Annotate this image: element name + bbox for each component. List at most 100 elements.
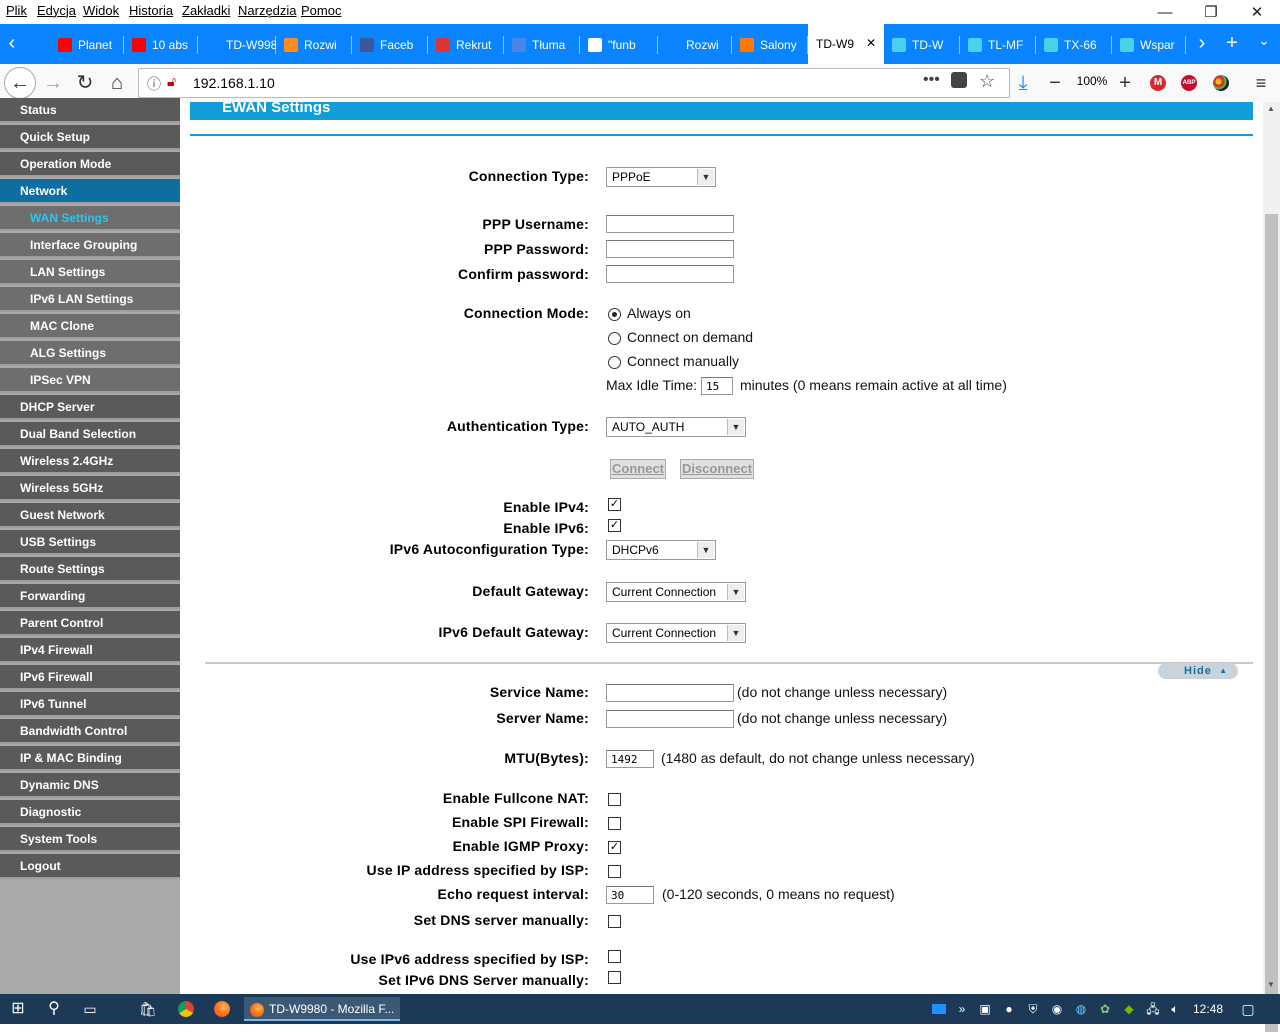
- sidebar-item-dual-band-selection[interactable]: Dual Band Selection: [0, 422, 180, 447]
- volume-icon[interactable]: 🔈︎: [1166, 997, 1184, 1021]
- tray-app-icon[interactable]: [930, 997, 948, 1021]
- enable-ipv4-checkbox[interactable]: ✓: [608, 498, 621, 511]
- browser-tab[interactable]: Salony: [732, 30, 808, 60]
- connect-manually-radio[interactable]: [608, 356, 621, 369]
- browser-tab[interactable]: Faceb: [352, 30, 428, 60]
- mtu-input[interactable]: 1492: [606, 750, 654, 768]
- browser-tab[interactable]: TD-W998: [198, 30, 276, 60]
- notifications-icon[interactable]: ▢: [1238, 997, 1258, 1021]
- default-gateway-select[interactable]: Current Connection ▼: [606, 582, 746, 602]
- set-ipv6-dns-checkbox[interactable]: [608, 971, 621, 984]
- use-ip-isp-checkbox[interactable]: [608, 865, 621, 878]
- sidebar-item-interface-grouping[interactable]: Interface Grouping: [0, 233, 180, 258]
- browser-tab[interactable]: Tłuma: [504, 30, 580, 60]
- sidebar-item-dynamic-dns[interactable]: Dynamic DNS: [0, 773, 180, 798]
- sidebar-item-forwarding[interactable]: Forwarding: [0, 584, 180, 609]
- zoom-level[interactable]: 100%: [1072, 74, 1112, 88]
- menu-item[interactable]: Historia: [129, 3, 173, 18]
- ppp-username-input[interactable]: [606, 215, 734, 233]
- sidebar-item-ipv6-tunnel[interactable]: IPv6 Tunnel: [0, 692, 180, 717]
- windows-start-icon[interactable]: ⊞: [6, 997, 30, 1021]
- tab-list-icon[interactable]: ⌄: [1254, 32, 1274, 49]
- sidebar-item-ipsec-vpn[interactable]: IPSec VPN: [0, 368, 180, 393]
- tray-icon-4[interactable]: ◍: [1072, 997, 1090, 1021]
- hamburger-menu-icon[interactable]: ≡: [1246, 68, 1276, 98]
- sidebar-item-status[interactable]: Status: [0, 98, 180, 123]
- browser-tab[interactable]: Rozwi: [276, 30, 352, 60]
- connection-type-select[interactable]: PPPoE ▼: [606, 167, 716, 187]
- page-actions-icon[interactable]: •••: [923, 71, 940, 89]
- sidebar-item-wireless-2-4ghz[interactable]: Wireless 2.4GHz: [0, 449, 180, 474]
- sidebar-item-network[interactable]: Network: [0, 179, 180, 204]
- search-icon[interactable]: ⚲: [42, 997, 66, 1021]
- bookmark-star-icon[interactable]: ☆: [979, 71, 995, 92]
- new-tab-icon[interactable]: +: [1222, 32, 1242, 55]
- sidebar-item-lan-settings[interactable]: LAN Settings: [0, 260, 180, 285]
- server-name-input[interactable]: [606, 710, 734, 728]
- tray-icon-5[interactable]: ✿: [1096, 997, 1114, 1021]
- connect-on-demand-radio[interactable]: [608, 332, 621, 345]
- store-icon[interactable]: 🛍︎: [136, 997, 160, 1021]
- sidebar-item-system-tools[interactable]: System Tools: [0, 827, 180, 852]
- connect-button[interactable]: Connect: [610, 459, 666, 479]
- menu-item[interactable]: Narzędzia: [238, 3, 297, 18]
- sidebar-item-diagnostic[interactable]: Diagnostic: [0, 800, 180, 825]
- sidebar-item-usb-settings[interactable]: USB Settings: [0, 530, 180, 555]
- home-button[interactable]: ⌂: [102, 68, 132, 98]
- network-icon[interactable]: 🖧︎: [1144, 997, 1162, 1021]
- restore-icon[interactable]: ❐: [1196, 2, 1226, 24]
- browser-tab[interactable]: "funb: [580, 30, 658, 60]
- info-icon[interactable]: ⓘ: [147, 74, 161, 94]
- browser-tab[interactable]: TD-W: [884, 30, 960, 60]
- menu-item[interactable]: Zakładki: [182, 3, 230, 18]
- use-ipv6-isp-checkbox[interactable]: [608, 950, 621, 963]
- hide-advanced-button[interactable]: Hide ▲: [1158, 663, 1238, 679]
- active-window-firefox[interactable]: TD-W9980 - Mozilla F...: [244, 997, 400, 1021]
- zoom-in-button[interactable]: +: [1110, 68, 1140, 98]
- zoom-out-button[interactable]: −: [1040, 68, 1070, 98]
- ppp-password-input[interactable]: [606, 240, 734, 258]
- sidebar-item-ipv6-firewall[interactable]: IPv6 Firewall: [0, 665, 180, 690]
- menu-item[interactable]: Pomoc: [301, 3, 341, 18]
- browser-tab[interactable]: Rozwi: [658, 30, 732, 60]
- browser-tab[interactable]: TX-66: [1036, 30, 1112, 60]
- set-dns-checkbox[interactable]: [608, 915, 621, 928]
- chrome-icon[interactable]: [174, 997, 198, 1021]
- tab-active[interactable]: TD-W9 ✕: [808, 24, 884, 64]
- vertical-scrollbar[interactable]: ▲ ▼: [1263, 102, 1280, 1032]
- sidebar-item-ip-mac-binding[interactable]: IP & MAC Binding: [0, 746, 180, 771]
- url-bar[interactable]: ⓘ 🔓︎ 192.168.1.10 ••• ☆: [138, 68, 1010, 98]
- scroll-up-icon[interactable]: ▲: [1267, 104, 1275, 113]
- ipv6-default-gateway-select[interactable]: Current Connection ▼: [606, 623, 746, 643]
- mega-extension-icon[interactable]: M: [1150, 75, 1166, 91]
- sidebar-item-parent-control[interactable]: Parent Control: [0, 611, 180, 636]
- browser-tab[interactable]: Rekrut: [428, 30, 504, 60]
- sidebar-item-guest-network[interactable]: Guest Network: [0, 503, 180, 528]
- tab-scroll-left-icon[interactable]: ‹: [2, 32, 22, 55]
- echo-interval-input[interactable]: 30: [606, 886, 654, 904]
- sidebar-item-ipv4-firewall[interactable]: IPv4 Firewall: [0, 638, 180, 663]
- forward-button[interactable]: →: [38, 68, 68, 98]
- spi-firewall-checkbox[interactable]: [608, 817, 621, 830]
- sidebar-item-route-settings[interactable]: Route Settings: [0, 557, 180, 582]
- enable-ipv6-checkbox[interactable]: ✓: [608, 519, 621, 532]
- igmp-proxy-checkbox[interactable]: ✓: [608, 841, 621, 854]
- back-button[interactable]: ←: [4, 67, 36, 99]
- sidebar-item-dhcp-server[interactable]: DHCP Server: [0, 395, 180, 420]
- scrollbar-thumb[interactable]: [1265, 214, 1278, 1032]
- sidebar-item-mac-clone[interactable]: MAC Clone: [0, 314, 180, 339]
- menu-item[interactable]: Edycja: [37, 3, 76, 18]
- extension-icon[interactable]: [1213, 75, 1229, 91]
- sidebar-item-alg-settings[interactable]: ALG Settings: [0, 341, 180, 366]
- disconnect-button[interactable]: Disconnect: [680, 459, 754, 479]
- scroll-down-icon[interactable]: ▼: [1267, 980, 1275, 989]
- tab-scroll-right-icon[interactable]: ›: [1192, 32, 1212, 55]
- pocket-icon[interactable]: [951, 72, 967, 88]
- firefox-icon[interactable]: [210, 997, 234, 1021]
- browser-tab[interactable]: Planet: [50, 30, 124, 60]
- close-tab-icon[interactable]: ✕: [866, 36, 876, 50]
- url-text[interactable]: 192.168.1.10: [193, 75, 275, 91]
- insecure-lock-icon[interactable]: 🔓︎: [167, 73, 176, 90]
- menu-item[interactable]: Widok: [83, 3, 119, 18]
- always-on-radio[interactable]: [608, 308, 621, 321]
